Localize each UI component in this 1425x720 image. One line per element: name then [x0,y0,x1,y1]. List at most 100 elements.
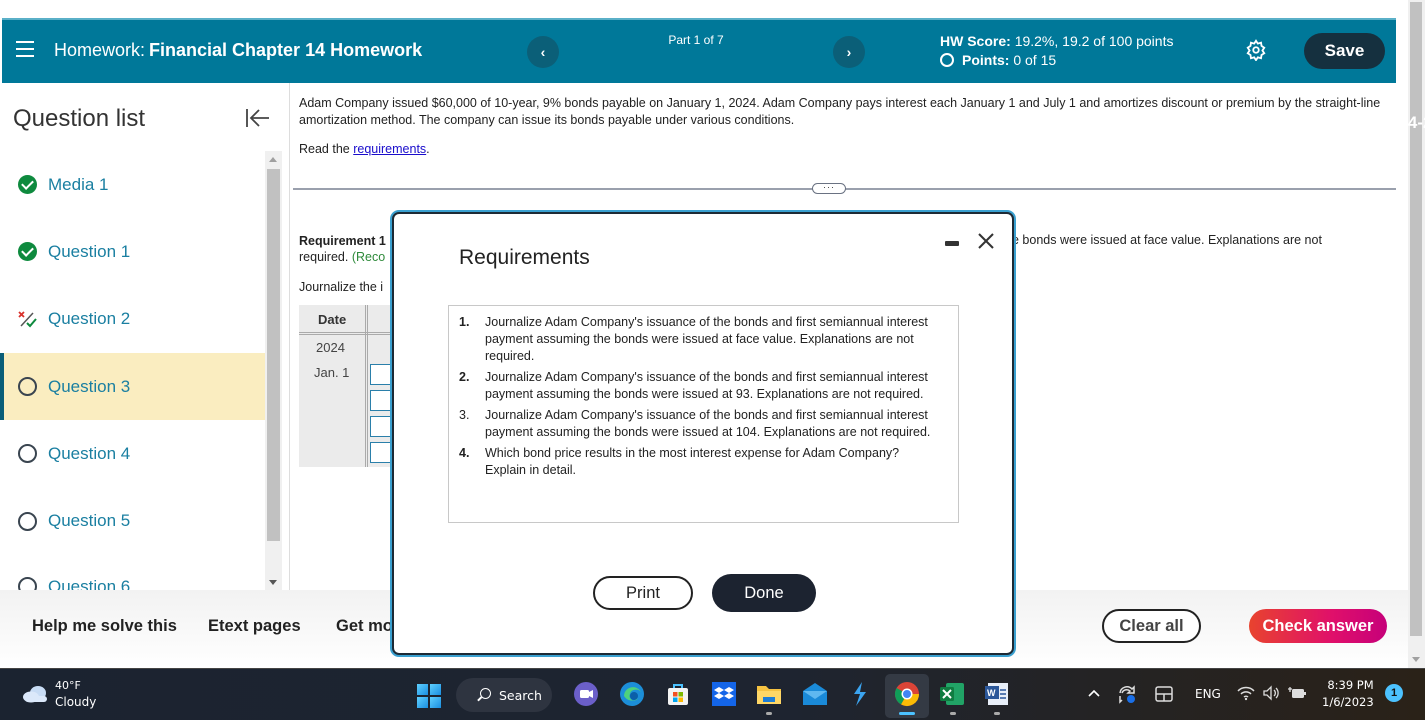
wifi-icon[interactable] [1237,685,1255,701]
cloud-icon[interactable] [22,685,50,703]
menu-icon[interactable] [16,41,34,57]
system-clock[interactable]: 8:39 PM 1/6/2023 [1322,677,1374,711]
requirements-list: 1. Journalize Adam Company's issuance of… [448,305,959,523]
read-suffix: . [426,142,430,156]
requirement-text: Journalize Adam Company's issuance of th… [485,408,931,439]
homework-label: Homework: [54,40,146,60]
search-label: Search [499,688,542,703]
done-button[interactable]: Done [712,574,816,612]
requirement-number: 4. [459,446,470,460]
divider-handle[interactable]: ··· [812,183,846,194]
points-circle-icon [940,53,954,67]
question-title: Question 3, EF14-24 (similar to) Part 1 … [562,30,1425,132]
excel-icon[interactable] [938,680,966,708]
requirement-number: 2. [459,370,470,384]
sidebar-item-label: Media 1 [48,174,109,194]
requirement-text: Which bond price results in the most int… [485,446,900,477]
sync-icon[interactable] [1116,683,1138,705]
gear-icon[interactable] [1245,39,1267,61]
weather-temperature[interactable]: 40°F [55,679,81,692]
sidebar-item-question-2[interactable]: Question 2 [0,286,265,353]
hw-score-label: HW Score: [940,33,1011,49]
sidebar-item-question-3[interactable]: Question 3 [0,352,265,421]
dropbox-icon[interactable] [710,680,738,708]
running-indicator [994,712,1000,715]
svg-text:W: W [987,688,996,698]
windows-start-icon[interactable] [417,684,441,708]
sidebar-item-question-1[interactable]: Question 1 [0,218,265,285]
header-bar: Homework: Financial Chapter 14 Homework ‹… [2,18,1425,132]
check-answer-button[interactable]: Check answer [1249,609,1387,643]
next-question-button[interactable]: › [833,36,865,68]
scroll-down-arrow[interactable] [1412,657,1420,662]
requirement-text: Journalize Adam Company's issuance of th… [485,315,928,363]
scroll-down-arrow[interactable] [269,580,277,585]
requirement-item: 1. Journalize Adam Company's issuance of… [459,314,950,365]
volume-icon[interactable] [1262,685,1280,701]
sidebar-item-question-5[interactable]: Question 5 [0,487,265,554]
homework-name: Financial Chapter 14 Homework [149,40,423,60]
language-indicator[interactable]: ENG [1195,687,1221,701]
question-part: Part 1 of 7 [668,33,724,47]
journal-table: Date 2024 Jan. 1 [299,305,400,467]
etext-pages-button[interactable]: Etext pages [208,617,301,636]
partial-credit-icon [18,311,37,328]
sidebar-scrollbar-thumb[interactable] [267,169,280,541]
teams-icon[interactable] [572,680,600,708]
minimize-icon[interactable] [945,241,959,246]
taskbar-search[interactable]: Search [456,678,552,712]
requirement-1-continuation: e bonds were issued at face value. Expla… [1012,233,1322,247]
print-button[interactable]: Print [593,576,693,610]
record-hint: (Reco [351,250,386,264]
weather-description[interactable]: Cloudy [55,695,96,709]
get-more-help-button[interactable]: Get mo [336,617,393,636]
app-icon[interactable] [846,680,874,708]
empty-circle-icon [18,377,37,397]
sidebar-item-label: Question 5 [48,511,131,531]
edge-icon[interactable] [618,680,646,708]
clock-date: 1/6/2023 [1322,695,1374,709]
requirements-link[interactable]: requirements [353,142,426,156]
journal-year: 2024 [316,340,345,355]
windows-taskbar: 40°F Cloudy Search W ENG 8:39 PM 1/6/202… [0,668,1425,720]
previous-question-button[interactable]: ‹ [527,36,559,68]
empty-circle-icon [18,444,37,464]
word-icon[interactable]: W [983,680,1011,708]
sidebar-item-media-1[interactable]: Media 1 [0,151,265,218]
column-divider [365,305,368,467]
requirements-dialog: Requirements 1. Journalize Adam Company'… [392,212,1014,655]
requirement-item: 2. Journalize Adam Company's issuance of… [459,369,950,403]
help-me-solve-button[interactable]: Help me solve this [32,617,177,636]
sidebar-item-question-4[interactable]: Question 4 [0,420,265,487]
touch-keyboard-icon[interactable] [1155,686,1173,702]
date-column-header: Date [299,305,399,335]
sidebar-scrollbar[interactable] [265,151,282,591]
sidebar-item-label: Question 4 [48,443,131,463]
sidebar-item-label: Question 1 [48,241,131,261]
clear-all-button[interactable]: Clear all [1102,609,1201,643]
requirement-number: 3. [459,408,470,422]
collapse-sidebar-icon[interactable] [245,107,271,129]
scroll-up-arrow[interactable] [269,157,277,162]
requirement-text: Journalize Adam Company's issuance of th… [485,370,928,401]
notification-badge[interactable]: 1 [1385,684,1403,702]
points-label: Points: [962,52,1010,68]
close-icon[interactable] [975,230,997,252]
read-requirements: Read the requirements. [299,142,430,156]
requirement-item: 4. Which bond price results in the most … [459,445,950,479]
mail-icon[interactable] [801,680,829,708]
chevron-up-icon[interactable] [1087,687,1101,699]
file-explorer-icon[interactable] [755,680,783,708]
save-button[interactable]: Save [1304,33,1385,69]
hw-score-value: 19.2%, 19.2 of 100 points [1014,33,1174,49]
question-prompt: Adam Company issued $60,000 of 10-year, … [299,96,1381,127]
battery-charging-icon[interactable] [1287,685,1307,701]
score-panel: HW Score: 19.2%, 19.2 of 100 points Poin… [940,32,1173,70]
chrome-icon[interactable] [893,680,921,708]
store-icon[interactable] [664,680,692,708]
check-circle-icon [18,242,37,262]
running-indicator [899,712,915,715]
points-value: 0 of 15 [1013,52,1057,68]
question-list-sidebar: Question list Media 1 Question 1 Questio… [0,83,290,595]
sidebar-item-question-6[interactable]: Question 6 [0,555,265,595]
